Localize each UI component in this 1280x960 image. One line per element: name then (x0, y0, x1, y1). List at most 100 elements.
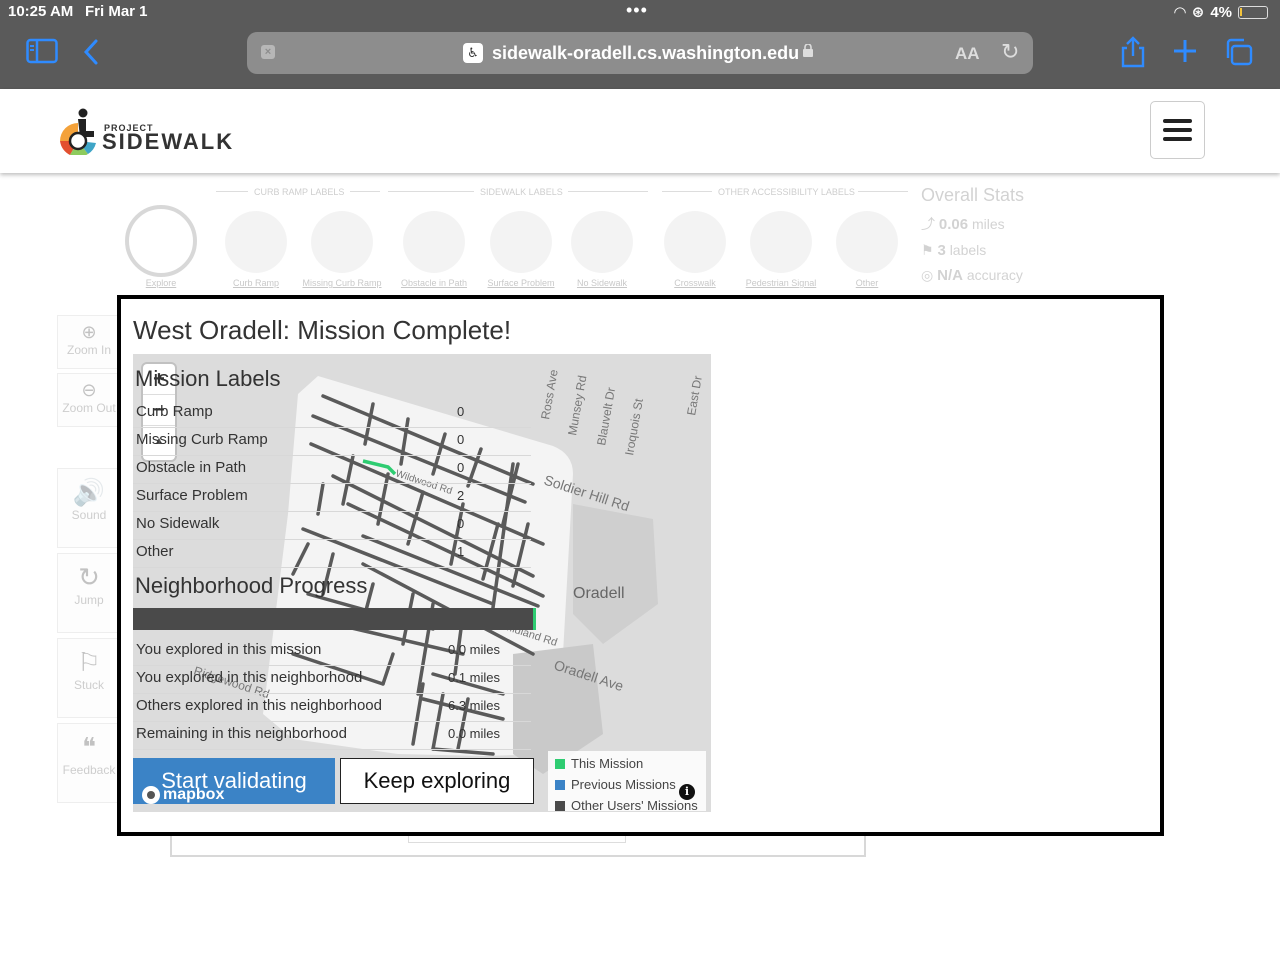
sidebar-icon[interactable] (26, 38, 58, 71)
stat-labels-unit: labels (949, 242, 987, 258)
clear-icon[interactable]: × (261, 45, 275, 59)
map-label-iroquois: Iroquois St (622, 397, 646, 457)
tool-label-no-sidewalk: No Sidewalk (576, 278, 628, 288)
status-date: Fri Mar 1 (85, 3, 148, 20)
jump-arrow-icon: ↻ (78, 562, 100, 592)
row-divider (133, 455, 531, 456)
legend-item: Previous Missions (555, 777, 676, 792)
labels-icon: ⚑ (921, 242, 938, 258)
url-text[interactable]: sidewalk-oradell.cs.washington.edu (492, 43, 799, 64)
row-divider (133, 693, 531, 694)
row-divider (133, 427, 531, 428)
row-divider (133, 511, 531, 512)
mission-labels-heading: Mission Labels (135, 366, 281, 391)
legend-item: Other Users' Missions (555, 798, 698, 813)
category-curb-ramp: CURB RAMP LABELS (254, 187, 345, 197)
info-icon[interactable]: i (679, 784, 695, 800)
row-divider (133, 567, 531, 568)
jump-button[interactable]: ↻ Jump (57, 553, 121, 633)
crosswalk-tool-button[interactable] (664, 211, 726, 273)
mission-label-name: Other (136, 543, 174, 560)
mission-label-count: 2 (457, 488, 465, 503)
stuck-button[interactable]: ⚐ Stuck (57, 638, 121, 718)
ios-status-bar: 10:25 AM Fri Mar 1 ••• ◠ ⊛ 4% (0, 0, 1280, 24)
map-label-ross: Ross Ave (538, 368, 561, 420)
zoom-out-button[interactable]: ⊖ Zoom Out (57, 373, 121, 427)
battery-icon (1238, 5, 1268, 19)
progress-row-value: 6.3 miles (448, 698, 501, 713)
sound-button[interactable]: 🔊 Sound (57, 468, 121, 548)
legend-item: This Mission (555, 756, 643, 771)
multitask-dots-icon[interactable]: ••• (626, 0, 648, 21)
stat-miles-unit: miles (971, 216, 1005, 232)
signpost-icon: ⚐ (77, 647, 101, 677)
stat-accuracy-value: N/A (937, 267, 963, 284)
map-label-blauvelt: Blauvelt Dr (594, 386, 618, 446)
obstacle-tool-button[interactable] (403, 211, 465, 273)
no-sidewalk-tool-button[interactable] (571, 211, 633, 273)
stat-miles-value: 0.06 (938, 216, 969, 233)
feedback-button[interactable]: ❝ Feedback (57, 723, 121, 803)
mission-label-name: Curb Ramp (136, 403, 213, 420)
progress-row-value: 0.0 miles (448, 642, 501, 657)
row-divider (133, 749, 531, 750)
mission-label-name: Obstacle in Path (136, 459, 247, 476)
mapbox-logo[interactable]: mapbox (142, 786, 224, 804)
new-tab-plus-icon[interactable] (1172, 38, 1198, 71)
mission-label-name: Missing Curb Ramp (136, 431, 268, 448)
status-time: 10:25 AM (8, 3, 74, 20)
map-area-shade (573, 504, 658, 644)
other-tool-button[interactable] (836, 211, 898, 273)
explore-tool-button[interactable] (125, 205, 197, 277)
progress-row-value: 0.0 miles (448, 726, 501, 741)
legend-swatch (555, 800, 565, 811)
row-divider (133, 483, 531, 484)
project-sidewalk-logo-icon[interactable] (56, 107, 100, 155)
row-divider (133, 665, 531, 666)
rotation-lock-icon: ⊛ (1191, 4, 1205, 21)
mission-label-name: No Sidewalk (136, 515, 220, 532)
zoom-in-button[interactable]: ⊕ Zoom In (57, 315, 121, 369)
text-size-button[interactable]: AA (955, 44, 980, 64)
wifi-icon: ◠ (1174, 4, 1186, 21)
overall-stats-title: Overall Stats (921, 185, 1025, 205)
mission-label-name: Surface Problem (136, 487, 248, 504)
overall-stats: Overall Stats ⤴ 0.06 miles ⚑ 3 labels ◎ … (921, 185, 1024, 284)
address-bar[interactable]: × ♿ sidewalk-oradell.cs.washington.edu A… (247, 32, 1033, 74)
map-label-east: East Dr (684, 375, 705, 417)
mission-label-count: 0 (457, 404, 465, 419)
legend-swatch (555, 758, 565, 769)
tool-label-pedestrian-signal: Pedestrian Signal (745, 278, 817, 288)
mission-label-count: 0 (457, 516, 465, 531)
progress-row-label: You explored in this mission (136, 641, 322, 658)
surface-problem-tool-button[interactable] (490, 211, 552, 273)
status-right: ◠ ⊛ 4% (1174, 3, 1268, 21)
tool-label-other: Other (855, 278, 879, 288)
progress-heading: Neighborhood Progress (135, 573, 368, 598)
progress-row-label: You explored in this neighborhood (136, 669, 363, 686)
keep-exploring-button[interactable]: Keep exploring (340, 758, 534, 804)
row-divider (133, 539, 531, 540)
legend-swatch (555, 779, 565, 790)
share-icon[interactable] (1120, 36, 1146, 75)
menu-button[interactable] (1150, 101, 1205, 159)
progress-row-label: Remaining in this neighborhood (136, 725, 347, 742)
map-label-oradell: Oradell (573, 585, 625, 602)
map-legend: This Mission Previous Missions Other Use… (548, 751, 706, 813)
lock-icon (803, 43, 813, 60)
category-other: OTHER ACCESSIBILITY LABELS (718, 187, 855, 197)
pedestrian-signal-tool-button[interactable] (750, 211, 812, 273)
reload-icon[interactable]: ↻ (1001, 39, 1019, 65)
curb-ramp-tool-button[interactable] (225, 211, 287, 273)
distance-icon: ⤴ (921, 216, 939, 232)
speech-bubble-icon: ❝ (82, 732, 96, 762)
missing-curb-ramp-tool-button[interactable] (311, 211, 373, 273)
tool-label-obstacle: Obstacle in Path (400, 278, 468, 288)
tabs-overview-icon[interactable] (1224, 38, 1254, 73)
stat-accuracy-unit: accuracy (966, 267, 1023, 283)
progress-row-label: Others explored in this neighborhood (136, 697, 382, 714)
progress-row-value: 0.1 miles (448, 670, 501, 685)
target-icon: ◎ (921, 267, 938, 283)
neighborhood-progress-bar (133, 608, 536, 630)
back-chevron-icon[interactable] (82, 38, 100, 73)
